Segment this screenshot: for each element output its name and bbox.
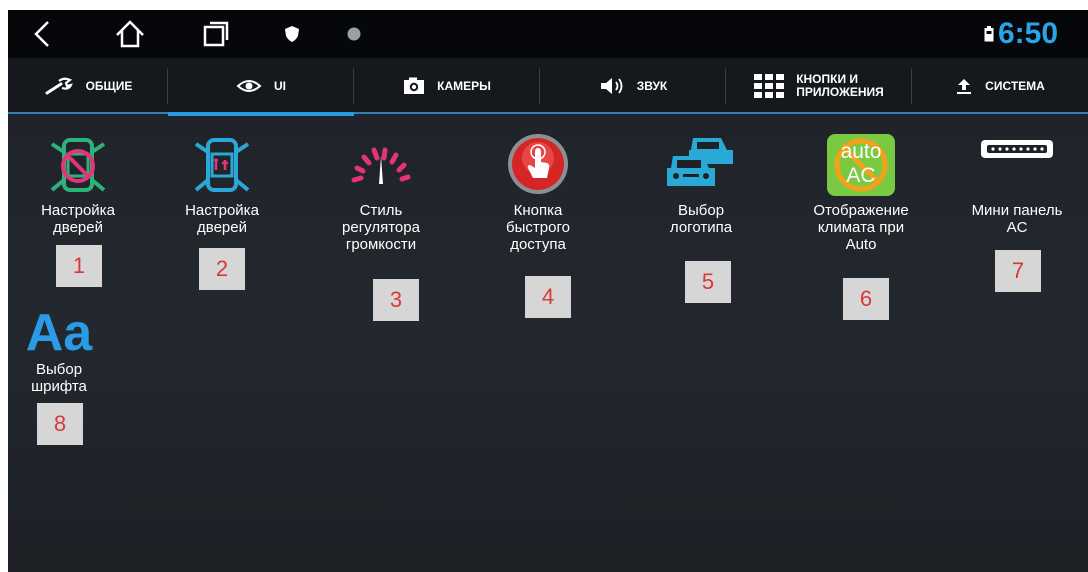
tab-label: ЗВУК bbox=[636, 78, 668, 93]
speaker-icon bbox=[599, 76, 625, 96]
item-volume-style[interactable]: Стиль регулятора громкости 3 bbox=[306, 126, 456, 326]
tab-label: UI bbox=[274, 78, 286, 93]
svg-text:AC: AC bbox=[846, 164, 875, 187]
tab-cameras[interactable]: КАМЕРЫ bbox=[354, 58, 540, 114]
eye-icon bbox=[236, 78, 262, 94]
mini-panel-icon bbox=[979, 138, 1055, 160]
tab-label: КНОПКИ И ПРИЛОЖЕНИЯ bbox=[796, 72, 884, 99]
font-aa-icon: Aa bbox=[19, 298, 99, 358]
item-number-badge: 5 bbox=[685, 261, 731, 303]
cars-logo-icon bbox=[663, 134, 739, 194]
tab-label: ОБЩИЕ bbox=[85, 78, 133, 93]
door-settings-icon bbox=[192, 134, 252, 198]
item-climate-auto-display[interactable]: auto AC Отображение климата при Auto 6 bbox=[786, 126, 936, 320]
item-label: Кнопка быстрого доступа bbox=[506, 202, 570, 253]
svg-text:Aa: Aa bbox=[26, 304, 94, 358]
item-number-badge: 2 bbox=[199, 248, 245, 290]
item-label: Мини панель AC bbox=[971, 202, 1063, 236]
quick-access-button-icon bbox=[503, 132, 573, 196]
item-door-settings-2[interactable]: Настройка дверей 2 bbox=[147, 126, 297, 296]
tab-general[interactable]: ОБЩИЕ bbox=[8, 58, 168, 114]
item-logo-select[interactable]: Выбор логотипа 5 bbox=[626, 126, 776, 306]
item-font-select[interactable]: Aa Выбор шрифта 8 bbox=[8, 292, 134, 452]
shield-icon bbox=[280, 10, 304, 58]
item-mini-ac-panel[interactable]: Мини панель AC 7 bbox=[942, 126, 1088, 296]
wrench-icon bbox=[44, 76, 74, 96]
item-label: Выбор логотипа bbox=[669, 202, 733, 236]
item-door-settings-1[interactable]: Настройка дверей 1 bbox=[8, 126, 153, 296]
item-quick-access-button[interactable]: Кнопка быстрого доступа 4 bbox=[463, 126, 613, 326]
svg-text:auto: auto bbox=[841, 140, 882, 163]
grid-icon bbox=[754, 74, 785, 98]
status-bar: 6:50 bbox=[8, 10, 1088, 58]
item-label: Настройка дверей bbox=[185, 202, 259, 236]
tab-label: КАМЕРЫ bbox=[437, 78, 491, 93]
item-label: Стиль регулятора громкости bbox=[342, 202, 420, 253]
tab-bar: ОБЩИЕ UI КАМЕРЫ ЗВУК КНОПКИ И ПРИЛОЖЕНИЯ… bbox=[8, 58, 1088, 116]
tab-ui[interactable]: UI bbox=[168, 58, 354, 116]
tab-label: СИСТЕМА bbox=[985, 78, 1045, 93]
item-number-badge: 6 bbox=[843, 278, 889, 320]
tab-sound[interactable]: ЗВУК bbox=[540, 58, 726, 114]
tab-buttons-apps[interactable]: КНОПКИ И ПРИЛОЖЕНИЯ bbox=[726, 58, 912, 114]
home-icon[interactable] bbox=[110, 10, 150, 58]
recent-apps-icon[interactable] bbox=[198, 10, 234, 58]
volume-gauge-icon bbox=[346, 142, 416, 186]
dot-icon bbox=[342, 10, 366, 58]
item-number-badge: 3 bbox=[373, 279, 419, 321]
item-number-badge: 4 bbox=[525, 276, 571, 318]
item-label: Выбор шрифта bbox=[31, 361, 87, 395]
battery-icon bbox=[984, 26, 994, 42]
item-number-badge: 8 bbox=[37, 403, 83, 445]
back-icon[interactable] bbox=[26, 10, 58, 58]
clock: 6:50 bbox=[997, 17, 1058, 50]
tab-system[interactable]: СИСТЕМА bbox=[912, 58, 1088, 114]
item-number-badge: 1 bbox=[56, 245, 102, 287]
camera-icon bbox=[403, 77, 425, 95]
door-disabled-icon bbox=[48, 134, 108, 198]
item-number-badge: 7 bbox=[995, 250, 1041, 292]
item-label: Отображение климата при Auto bbox=[813, 202, 909, 253]
auto-ac-icon: auto AC bbox=[825, 132, 897, 198]
upload-icon bbox=[955, 77, 973, 95]
screen: 6:50 ОБЩИЕ UI КАМЕРЫ ЗВУК КНОПКИ И ПРИЛО… bbox=[8, 10, 1088, 572]
item-label: Настройка дверей bbox=[41, 202, 115, 236]
